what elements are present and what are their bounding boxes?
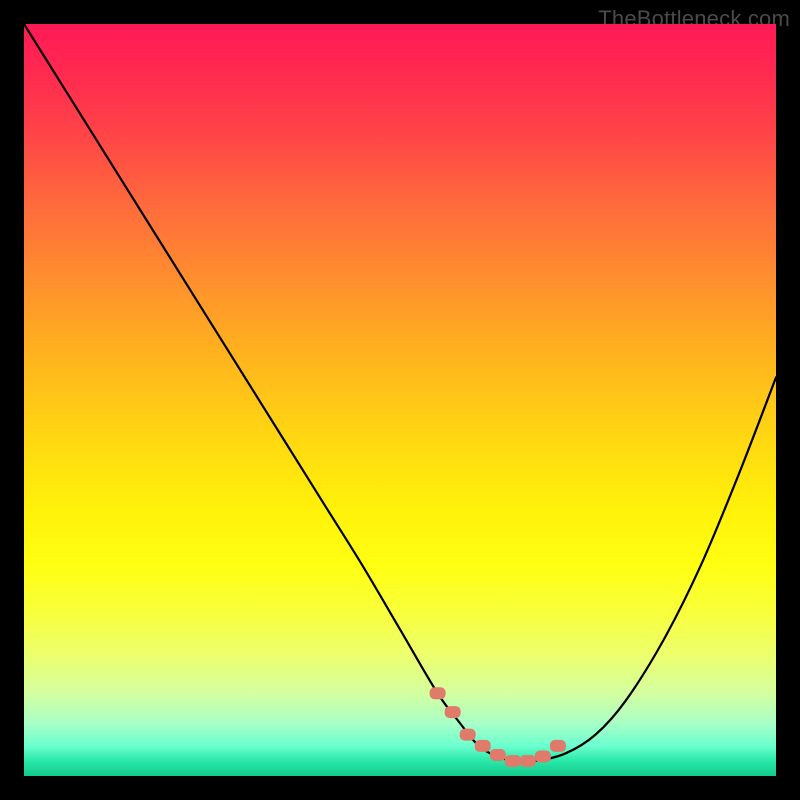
highlight-marker <box>520 755 536 767</box>
highlight-marker <box>430 687 446 699</box>
highlight-marker <box>445 706 461 718</box>
highlight-marker <box>460 729 476 741</box>
chart-frame: TheBottleneck.com <box>0 0 800 800</box>
bottleneck-curve-path <box>24 24 776 762</box>
gradient-plot-area <box>24 24 776 776</box>
highlight-marker <box>490 749 506 761</box>
highlight-marker <box>505 755 521 767</box>
highlight-markers-group <box>430 687 566 767</box>
highlight-marker <box>535 750 551 762</box>
highlight-marker <box>475 740 491 752</box>
highlight-marker <box>550 740 566 752</box>
curve-svg <box>24 24 776 776</box>
